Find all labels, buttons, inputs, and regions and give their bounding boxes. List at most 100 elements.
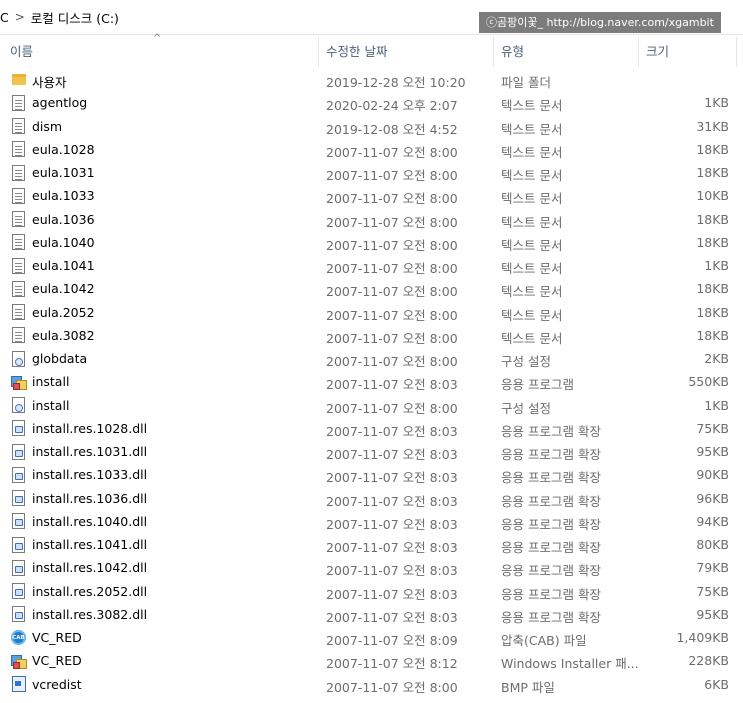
bitmap-image-icon	[10, 676, 27, 693]
config-settings-icon	[10, 350, 27, 367]
column-divider[interactable]	[736, 37, 737, 67]
file-row[interactable]: install.res.2052.dll 2007-11-07 오전 8:03 응용…	[0, 580, 743, 603]
file-date-modified: 2007-11-07 오전 8:12	[326, 656, 458, 672]
file-row[interactable]: install.res.1031.dll 2007-11-07 오전 8:03 응용…	[0, 440, 743, 463]
dll-icon	[10, 559, 27, 576]
breadcrumb-root[interactable]: C	[0, 10, 9, 25]
breadcrumb-separator-icon[interactable]: >	[15, 10, 25, 24]
file-type: 파일 폴더	[501, 75, 551, 90]
file-row[interactable]: eula.1042 2007-11-07 오전 8:00 텍스트 문서 18KB	[0, 277, 743, 300]
file-row[interactable]: eula.1028 2007-11-07 오전 8:00 텍스트 문서 18KB	[0, 138, 743, 161]
file-type: 압축(CAB) 파일	[501, 633, 587, 648]
file-name: eula.3082	[32, 327, 95, 343]
column-divider[interactable]	[318, 37, 319, 67]
file-row[interactable]: install.res.1036.dll 2007-11-07 오전 8:03 응용…	[0, 487, 743, 510]
file-row[interactable]: install.res.1040.dll 2007-11-07 오전 8:03 응용…	[0, 510, 743, 533]
file-date-modified: 2007-11-07 오전 8:00	[326, 354, 458, 369]
file-name: eula.2052	[32, 304, 95, 320]
file-type: 텍스트 문서	[501, 284, 563, 300]
file-name: eula.1042	[32, 281, 95, 297]
file-date-modified: 2019-12-28 오전 10:20	[326, 75, 466, 90]
file-row[interactable]: install.res.1041.dll 2007-11-07 오전 8:03 응용…	[0, 533, 743, 556]
dll-icon	[10, 513, 27, 530]
file-type: 구성 설정	[501, 400, 551, 416]
file-row[interactable]: install.res.1028.dll 2007-11-07 오전 8:03 응용…	[0, 417, 743, 440]
file-type: 응용 프로그램 확장	[501, 609, 601, 625]
file-date-modified: 2007-11-07 오전 8:00	[326, 191, 458, 207]
text-document-icon	[10, 187, 27, 204]
dll-icon	[10, 443, 27, 460]
column-divider[interactable]	[638, 37, 639, 67]
file-name: install.res.1040.dll	[32, 513, 148, 529]
file-row[interactable]: eula.1041 2007-11-07 오전 8:00 텍스트 문서 1KB	[0, 254, 743, 277]
file-row[interactable]: VC_RED 2007-11-07 오전 8:12 Windows Installe…	[0, 649, 743, 672]
file-size: 2KB	[704, 351, 729, 366]
file-name: VC_RED	[32, 630, 82, 645]
file-row[interactable]: eula.1040 2007-11-07 오전 8:00 텍스트 문서 18KB	[0, 231, 743, 254]
text-document-icon	[10, 257, 27, 274]
file-name: install.res.3082.dll	[32, 606, 148, 622]
file-size: 1,409KB	[676, 630, 729, 645]
file-row[interactable]: eula.1036 2007-11-07 오전 8:00 텍스트 문서 18KB	[0, 208, 743, 231]
file-type: Windows Installer 패...	[501, 656, 639, 672]
breadcrumb-drive[interactable]: 로컬 디스크 (C:)	[31, 8, 119, 27]
file-date-modified: 2007-11-07 오전 8:03	[326, 540, 458, 555]
file-name: install.res.1031.dll	[32, 444, 148, 459]
file-row[interactable]: eula.1033 2007-11-07 오전 8:00 텍스트 문서 10KB	[0, 184, 743, 207]
file-size: 79KB	[696, 560, 729, 576]
file-date-modified: 2007-11-07 오전 8:00	[326, 679, 458, 695]
file-size: 75KB	[696, 583, 729, 599]
application-icon	[10, 373, 27, 391]
file-row[interactable]: eula.2052 2007-11-07 오전 8:00 텍스트 문서 18KB	[0, 301, 743, 324]
file-name: eula.1031	[32, 165, 95, 180]
file-row[interactable]: agentlog 2020-02-24 오후 2:07 텍스트 문서 1KB	[0, 91, 743, 114]
file-date-modified: 2007-11-07 오전 8:00	[326, 261, 458, 276]
file-row[interactable]: install.res.1042.dll 2007-11-07 오전 8:03 응용…	[0, 556, 743, 579]
text-document-icon	[10, 164, 27, 181]
file-date-modified: 2007-11-07 오전 8:00	[326, 330, 458, 346]
file-type: 응용 프로그램 확장	[501, 586, 601, 602]
file-size: 95KB	[696, 606, 729, 622]
file-name: vcredist	[32, 676, 82, 692]
file-size: 550KB	[688, 374, 729, 390]
file-type: 텍스트 문서	[501, 98, 563, 114]
column-divider[interactable]	[493, 37, 494, 67]
file-size: 75KB	[696, 420, 729, 436]
file-name: install	[32, 397, 70, 413]
file-size: 18KB	[696, 304, 729, 320]
file-row[interactable]: 사용자 2019-12-28 오전 10:20 파일 폴더	[0, 68, 743, 91]
file-date-modified: 2007-11-07 오전 8:00	[326, 284, 458, 300]
file-row[interactable]: CAB VC_RED 2007-11-07 오전 8:09 압축(CAB) 파일 1,4…	[0, 626, 743, 649]
file-row[interactable]: dism 2019-12-08 오전 4:52 텍스트 문서 31KB	[0, 115, 743, 138]
text-document-icon	[10, 280, 27, 297]
column-header-size[interactable]: 크기	[646, 35, 669, 67]
file-row[interactable]: vcredist 2007-11-07 오전 8:00 BMP 파일 6KB	[0, 673, 743, 696]
file-date-modified: 2007-11-07 오전 8:00	[326, 168, 458, 183]
file-name: eula.1036	[32, 211, 95, 227]
file-date-modified: 2007-11-07 오전 8:03	[326, 493, 458, 509]
file-name: install.res.1042.dll	[32, 560, 148, 576]
file-row[interactable]: install.res.3082.dll 2007-11-07 오전 8:03 응용…	[0, 603, 743, 626]
file-name: 사용자	[32, 75, 67, 90]
file-size: 80KB	[696, 537, 729, 552]
file-row[interactable]: install.res.1033.dll 2007-11-07 오전 8:03 응용…	[0, 463, 743, 486]
file-size: 18KB	[696, 165, 729, 180]
file-row[interactable]: install 2007-11-07 오전 8:03 응용 프로그램 550KB	[0, 370, 743, 393]
text-document-icon	[10, 211, 27, 228]
column-header-name[interactable]: 이름	[10, 35, 33, 67]
file-name: install.res.1041.dll	[32, 537, 148, 552]
column-header-type[interactable]: 유형	[501, 35, 524, 67]
file-name: agentlog	[32, 95, 88, 111]
column-header-date[interactable]: 수정한 날짜	[326, 35, 387, 67]
file-row[interactable]: install 2007-11-07 오전 8:00 구성 설정 1KB	[0, 394, 743, 417]
file-size: 18KB	[696, 234, 729, 250]
file-date-modified: 2007-11-07 오전 8:03	[326, 470, 458, 486]
file-type: 텍스트 문서	[501, 121, 563, 137]
file-row[interactable]: globdata 2007-11-07 오전 8:00 구성 설정 2KB	[0, 347, 743, 370]
file-date-modified: 2007-11-07 오전 8:00	[326, 237, 458, 253]
file-row[interactable]: eula.1031 2007-11-07 오전 8:00 텍스트 문서 18KB	[0, 161, 743, 184]
file-row[interactable]: eula.3082 2007-11-07 오전 8:00 텍스트 문서 18KB	[0, 324, 743, 347]
text-document-icon	[10, 118, 27, 135]
file-name: install.res.1028.dll	[32, 420, 148, 436]
dll-icon	[10, 420, 27, 437]
